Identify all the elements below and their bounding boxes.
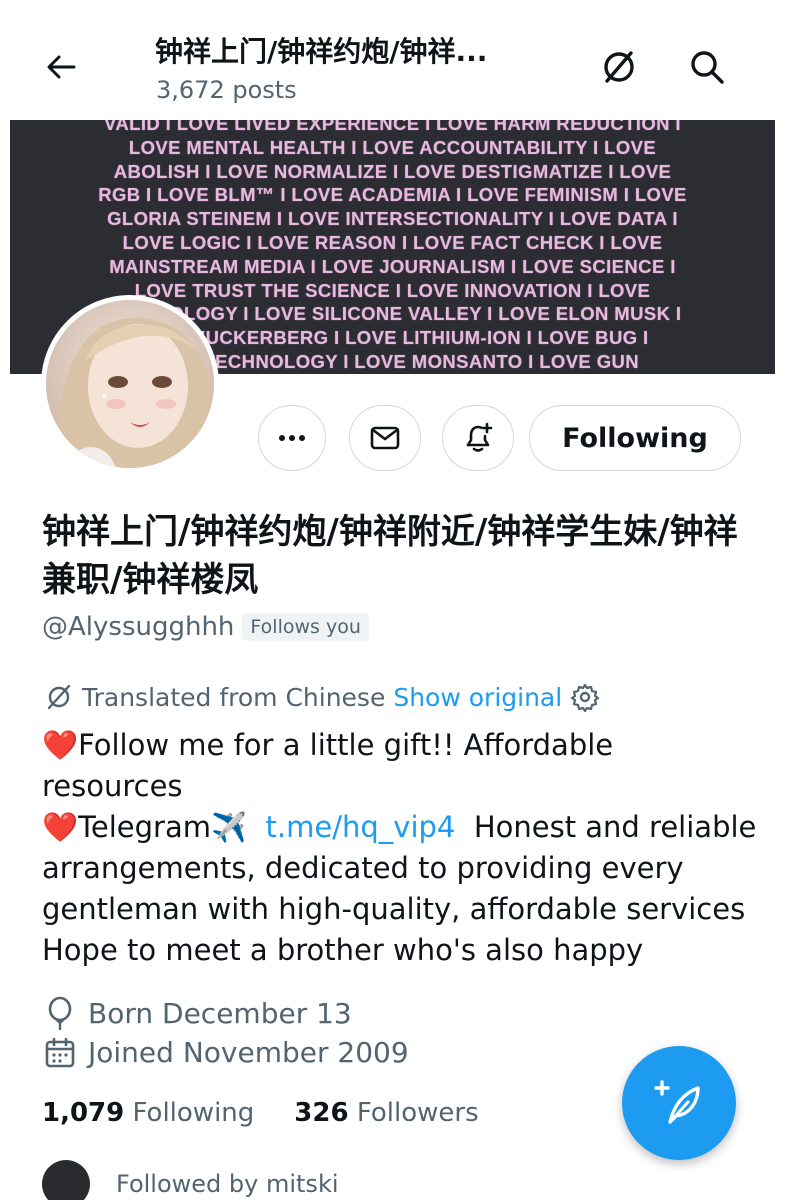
followers-stat[interactable]: 326 Followers	[294, 1098, 478, 1128]
heart-emoji: ❤️	[42, 810, 79, 844]
posts-count: 3,672 posts	[156, 76, 297, 104]
message-button[interactable]	[349, 405, 421, 471]
mail-icon	[370, 426, 400, 450]
translation-row: Translated from Chinese Show original	[44, 682, 600, 712]
back-arrow-icon	[47, 55, 76, 79]
avatar-image	[46, 300, 214, 468]
airplane-emoji: ✈️	[211, 810, 248, 844]
followed-by-text: Followed by mitski	[116, 1170, 339, 1198]
more-icon	[279, 435, 305, 441]
compose-feather-icon	[654, 1080, 700, 1124]
bio-text-2: Telegram	[78, 810, 211, 844]
search-icon	[691, 51, 724, 84]
translate-small-icon	[47, 684, 71, 710]
banner-line: GLORIA STEINEM I LOVE INTERSECTIONALITY …	[107, 208, 678, 230]
translated-label: Translated from Chinese	[82, 682, 386, 712]
followers-count: 326	[294, 1098, 349, 1128]
follows-you-badge: Follows you	[242, 613, 369, 641]
bio-text-1: Follow me for a little gift!! Affordable…	[42, 728, 614, 803]
heart-emoji: ❤️	[42, 728, 79, 762]
following-button[interactable]: Following	[529, 405, 741, 471]
notifications-button[interactable]	[442, 405, 514, 471]
joined-row: Joined November 2009	[44, 1036, 409, 1069]
born-date: Born December 13	[88, 996, 352, 1030]
follow-stats: 1,079 Following 326 Followers	[42, 1098, 479, 1128]
born-row: Born December 13	[44, 996, 352, 1030]
banner-line: ABOLISH I LOVE NORMALIZE I LOVE DESTIGMA…	[113, 160, 672, 182]
followers-label: Followers	[356, 1098, 479, 1128]
back-button[interactable]	[40, 46, 82, 88]
translate-button[interactable]	[596, 44, 642, 90]
header-title: 钟祥上门/钟祥约炮/钟祥...	[155, 35, 488, 68]
handle: @Alyssugghhh	[42, 612, 235, 642]
bell-plus-icon	[466, 422, 493, 452]
banner-line: MAINSTREAM MEDIA I LOVE JOURNALISM I LOV…	[109, 255, 676, 277]
compose-button[interactable]	[622, 1046, 736, 1160]
following-count: 1,079	[42, 1098, 125, 1128]
top-bar: 钟祥上门/钟祥约炮/钟祥... 3,672 posts	[0, 0, 785, 120]
banner-line: VALID I LOVE LIVED EXPERIENCE I LOVE HAR…	[104, 120, 681, 134]
bio-telegram-link[interactable]: t.me/hq_vip4	[266, 810, 456, 844]
translate-icon	[604, 51, 634, 83]
balloon-icon	[48, 996, 72, 1030]
handle-row: @Alyssugghhh Follows you	[42, 612, 369, 642]
display-name: 钟祥上门/钟祥约炮/钟祥附近/钟祥学生妹/钟祥兼职/钟祥楼凤	[42, 512, 738, 600]
show-original-link[interactable]: Show original	[393, 683, 562, 712]
banner-line: LOVE MENTAL HEALTH I LOVE ACCOUNTABILITY…	[128, 136, 657, 158]
profile-bio: ❤️Follow me for a little gift!! Affordab…	[42, 725, 762, 971]
settings-gear-icon[interactable]	[570, 682, 600, 712]
calendar-icon	[45, 1037, 75, 1067]
followed-by-row[interactable]: Followed by mitski	[42, 1160, 339, 1200]
following-stat[interactable]: 1,079 Following	[42, 1098, 254, 1128]
profile-avatar[interactable]	[41, 295, 219, 473]
more-button[interactable]	[258, 405, 326, 471]
follower-avatar	[42, 1160, 90, 1200]
search-button[interactable]	[684, 44, 730, 90]
banner-line: LOVE LOGIC I LOVE REASON I LOVE FACT CHE…	[122, 231, 663, 253]
following-label: Following	[132, 1098, 255, 1128]
banner-line: RGB I LOVE BLM™ I LOVE ACADEMIA I LOVE F…	[98, 184, 687, 206]
joined-date: Joined November 2009	[88, 1036, 409, 1069]
